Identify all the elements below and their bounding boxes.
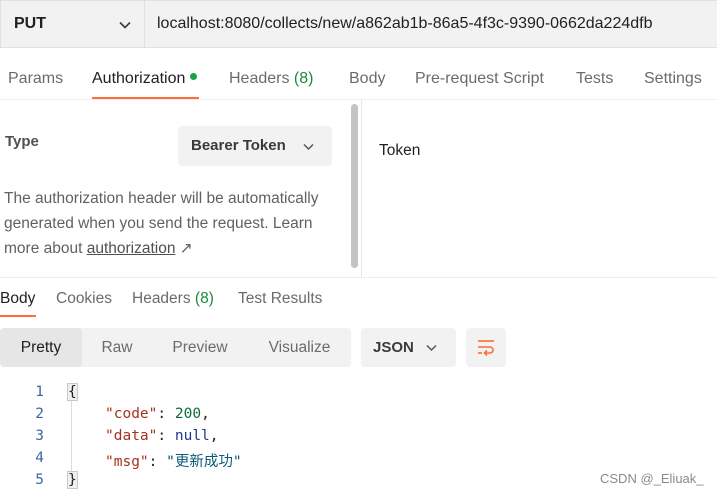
token-label: Token [379, 142, 421, 159]
indent-guide [71, 388, 72, 484]
open-brace: { [67, 383, 78, 401]
tab-pre-request-script[interactable]: Pre-request Script [415, 70, 544, 88]
code-line: "code": 200, [105, 406, 210, 422]
response-tab-cookies[interactable]: Cookies [56, 290, 112, 308]
auth-type-panel: Type Bearer Token The authorization head… [0, 100, 362, 277]
url-input[interactable]: localhost:8080/collects/new/a862ab1b-86a… [145, 0, 717, 48]
tab-tests[interactable]: Tests [576, 70, 613, 88]
auth-type-label: Type [5, 133, 39, 150]
method-label: PUT [14, 15, 46, 32]
tab-settings[interactable]: Settings [644, 70, 702, 88]
line-number: 3 [35, 428, 44, 444]
authorization-link[interactable]: authorization [87, 240, 176, 257]
format-select[interactable]: JSON [361, 328, 456, 367]
code-line: } [67, 471, 78, 489]
wrap-lines-icon [478, 340, 494, 357]
external-link-icon: ↗ [179, 240, 193, 257]
response-tab-body[interactable]: Body [0, 290, 35, 308]
auth-type-select[interactable]: Bearer Token [178, 126, 332, 166]
close-brace: } [67, 471, 78, 489]
chevron-down-icon [426, 344, 437, 352]
tab-authorization[interactable]: Authorization [92, 70, 198, 88]
format-value: JSON [373, 339, 414, 356]
tab-params[interactable]: Params [8, 70, 63, 88]
tab-headers[interactable]: Headers (8) [229, 70, 313, 88]
view-pretty-button[interactable]: Pretty [0, 328, 82, 367]
active-response-tab-indicator [0, 315, 36, 317]
line-number: 2 [35, 406, 44, 422]
auth-status-dot [190, 73, 198, 81]
view-mode-group: Pretty Raw Preview Visualize [0, 328, 351, 367]
code-line: "data": null, [105, 428, 219, 444]
auth-type-value: Bearer Token [191, 137, 286, 154]
response-tab-headers[interactable]: Headers (8) [132, 290, 214, 308]
wrap-lines-button[interactable] [466, 328, 506, 367]
active-tab-indicator [92, 97, 199, 99]
response-tabs: Body Cookies Headers (8) Test Results [0, 277, 717, 317]
view-visualize-button[interactable]: Visualize [248, 328, 351, 367]
tab-body[interactable]: Body [349, 70, 385, 88]
request-tabs: Params Authorization Headers (8) Body Pr… [0, 60, 717, 100]
line-number: 5 [35, 472, 44, 488]
chevron-down-icon [119, 21, 131, 29]
watermark: CSDN @_Eliuak_ [600, 471, 704, 486]
view-raw-button[interactable]: Raw [82, 328, 152, 367]
code-line: { [67, 383, 78, 401]
url-bar: PUT localhost:8080/collects/new/a862ab1b… [0, 0, 717, 48]
method-select[interactable]: PUT [0, 0, 145, 48]
view-preview-button[interactable]: Preview [152, 328, 248, 367]
line-number: 1 [35, 384, 44, 400]
url-text: localhost:8080/collects/new/a862ab1b-86a… [157, 15, 653, 32]
response-tab-test-results[interactable]: Test Results [238, 290, 322, 308]
chevron-down-icon [303, 143, 314, 151]
code-line: "msg": "更新成功" [105, 454, 242, 470]
auth-description: The authorization header will be automat… [4, 190, 319, 257]
line-number: 4 [35, 450, 44, 466]
panel-scrollbar[interactable] [351, 104, 358, 268]
